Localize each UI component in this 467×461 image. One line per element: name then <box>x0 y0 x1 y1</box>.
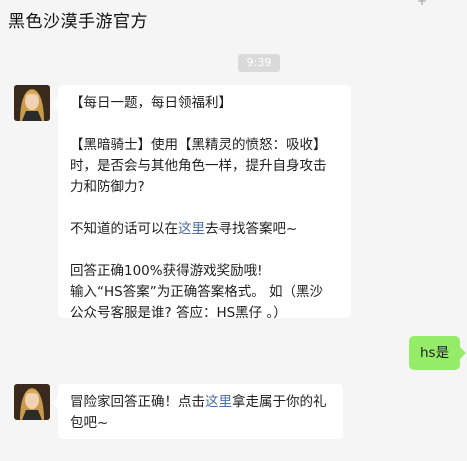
message-text: 拿走属于你的礼 <box>232 394 327 410</box>
more-icon[interactable]: + <box>417 0 427 8</box>
chat-header: 黑色沙漠手游官方 + <box>0 0 467 42</box>
message-line: 力和防御力? <box>70 179 145 195</box>
reward-link[interactable]: 这里 <box>205 394 232 410</box>
message-text: 不知道的话可以在 <box>70 221 178 237</box>
message-line: 【每日一题，每日领福利】 <box>70 95 232 111</box>
message-timestamp: 9:39 <box>238 54 280 72</box>
chat-title: 黑色沙漠手游官方 <box>8 12 148 32</box>
outgoing-message-reply: hs是 <box>409 336 467 370</box>
message-line: 冒险家回答正确！点击这里拿走属于你的礼 <box>70 392 331 413</box>
message-line: 【黑暗骑士】使用【黑精灵的愤怒：吸收】 <box>70 137 327 153</box>
message-line: 时，是否会与其他角色一样，提升自身攻击 <box>70 158 327 174</box>
message-line: 输入“HS答案”为正确答案格式。 如（黑沙 <box>70 284 323 300</box>
message-text: 冒险家回答正确！点击 <box>70 394 205 410</box>
official-account-avatar[interactable] <box>14 85 50 121</box>
message-line: 不知道的话可以在这里去寻找答案吧~ <box>70 219 339 240</box>
incoming-message-question: 【每日一题，每日领福利】 【黑暗骑士】使用【黑精灵的愤怒：吸收】 时，是否会与其… <box>52 85 351 321</box>
message-text: 去寻找答案吧~ <box>205 221 298 237</box>
reply-text: hs是 <box>420 345 450 361</box>
answer-link[interactable]: 这里 <box>178 221 205 237</box>
message-line: 包吧~ <box>70 415 109 431</box>
message-line: 公众号客服是谁? 答应：HS黑仔 。） <box>70 305 287 321</box>
message-line: 回答正确100%获得游戏奖励哦! <box>70 263 263 279</box>
official-account-avatar[interactable] <box>14 384 50 420</box>
incoming-message-reward: 冒险家回答正确！点击这里拿走属于你的礼 包吧~ <box>52 384 343 439</box>
